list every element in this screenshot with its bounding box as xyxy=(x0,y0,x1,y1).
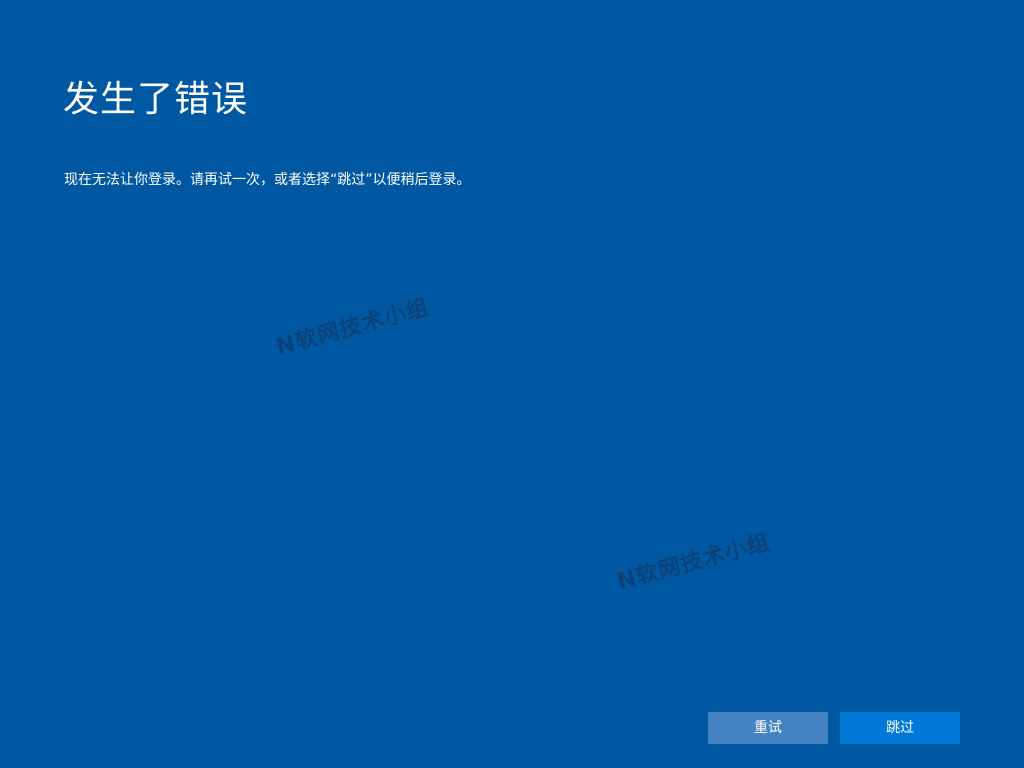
page-title: 发生了错误 xyxy=(63,79,249,120)
watermark-text: N软网技术小组 xyxy=(273,295,433,360)
error-message: 现在无法让你登录。请再试一次，或者选择“跳过”以便稍后登录。 xyxy=(64,172,471,188)
retry-button[interactable]: 重试 xyxy=(708,712,828,744)
watermark-text: N软网技术小组 xyxy=(614,530,774,595)
skip-button[interactable]: 跳过 xyxy=(840,712,960,744)
